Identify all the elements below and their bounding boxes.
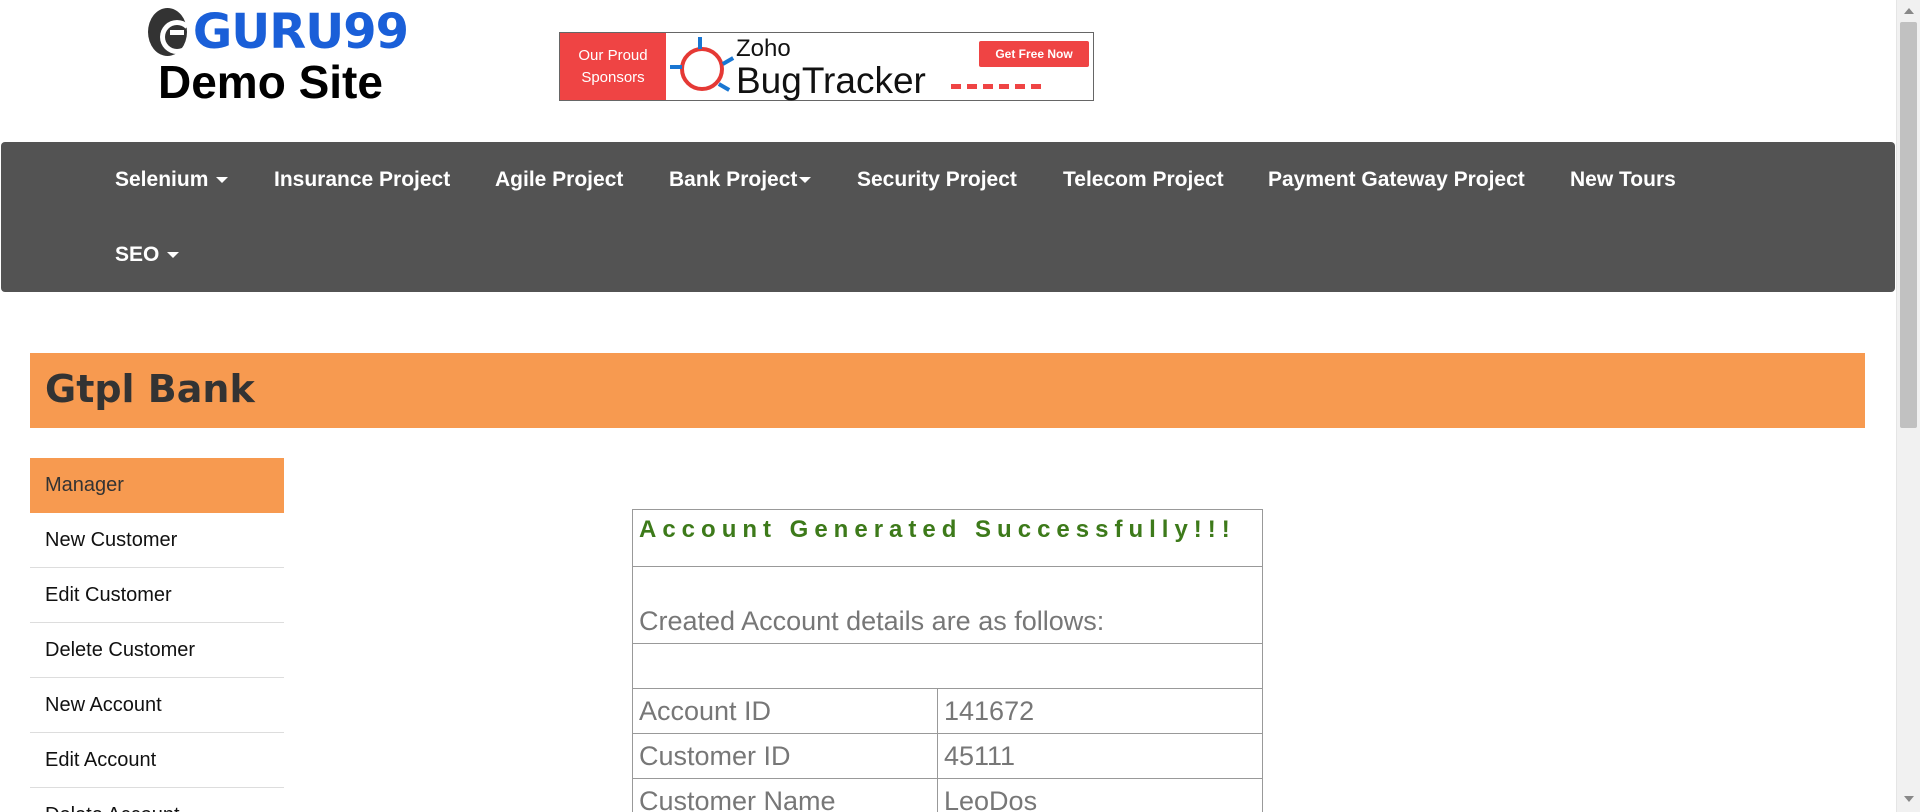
sidebar-item-new-customer[interactable]: New Customer <box>30 513 284 568</box>
nav-agile-project[interactable]: Agile Project <box>495 168 623 192</box>
nav-label: Telecom Project <box>1063 168 1224 191</box>
table-row: Customer ID 45111 <box>632 733 1263 779</box>
customer-name-label: Customer Name <box>632 778 938 812</box>
nav-new-tours[interactable]: New Tours <box>1570 168 1676 192</box>
sidebar-item-edit-customer[interactable]: Edit Customer <box>30 568 284 623</box>
vertical-scrollbar[interactable] <box>1896 0 1920 812</box>
customer-name-value: LeoDos <box>937 778 1263 812</box>
nav-label: Bank Project <box>669 168 798 191</box>
nav-selenium[interactable]: Selenium <box>115 168 229 192</box>
scroll-up-arrow-icon[interactable] <box>1904 8 1914 14</box>
nav-insurance-project[interactable]: Insurance Project <box>274 168 450 192</box>
ad-company: Zoho <box>736 34 791 62</box>
details-subheading: Created Account details are as follows: <box>632 566 1263 644</box>
logo-brand-text: GURU99 <box>192 4 409 60</box>
caret-down-icon <box>799 177 812 184</box>
nav-label: Insurance Project <box>274 168 451 191</box>
sidebar-item-new-account[interactable]: New Account <box>30 678 284 733</box>
sidebar-item-delete-customer[interactable]: Delete Customer <box>30 623 284 678</box>
customer-id-value: 45111 <box>937 733 1263 779</box>
sponsor-label: Our Proud Sponsors <box>560 33 666 100</box>
sponsor-line-2: Sponsors <box>581 68 645 86</box>
nav-label: New Tours <box>1570 168 1676 191</box>
nav-label: Selenium <box>115 168 209 191</box>
scroll-thumb[interactable] <box>1900 22 1917 428</box>
account-id-value: 141672 <box>937 688 1263 734</box>
sidebar-item-edit-account[interactable]: Edit Account <box>30 733 284 788</box>
nav-bank-project[interactable]: Bank Project <box>669 168 812 192</box>
nav-seo[interactable]: SEO <box>115 243 180 267</box>
sidebar-menu: Manager New Customer Edit Customer Delet… <box>30 458 284 812</box>
account-id-label: Account ID <box>632 688 938 734</box>
nav-label: Payment Gateway Project <box>1268 168 1525 191</box>
caret-down-icon <box>216 177 229 184</box>
arrow-icon <box>951 83 1041 89</box>
sponsor-line-1: Our Proud <box>578 46 648 64</box>
nav-label: SEO <box>115 243 160 266</box>
bug-icon <box>666 33 736 100</box>
main-navbar: Selenium Insurance Project Agile Project… <box>1 142 1895 292</box>
logo-subtitle: Demo Site <box>158 56 383 108</box>
nav-label: Security Project <box>857 168 1017 191</box>
bank-header: Gtpl Bank <box>30 353 1865 428</box>
site-logo[interactable]: GURU99 Demo Site <box>148 4 409 108</box>
page: GURU99 Demo Site Our Proud Sponsors Zoho… <box>0 0 1896 812</box>
customer-id-label: Customer ID <box>632 733 938 779</box>
table-row: Customer Name LeoDos <box>632 778 1263 812</box>
success-heading: Account Generated Successfully!!! <box>632 509 1263 567</box>
nav-payment-gateway-project[interactable]: Payment Gateway Project <box>1268 168 1525 192</box>
ad-product: BugTracker <box>736 59 926 101</box>
sidebar-item-manager[interactable]: Manager <box>30 458 284 513</box>
nav-telecom-project[interactable]: Telecom Project <box>1063 168 1224 192</box>
nav-security-project[interactable]: Security Project <box>857 168 1017 192</box>
bank-title: Gtpl Bank <box>45 367 255 411</box>
get-free-now-button[interactable]: Get Free Now <box>979 41 1089 67</box>
blank-row <box>632 643 1263 689</box>
sponsor-banner[interactable]: Our Proud Sponsors Zoho BugTracker Get F… <box>559 32 1094 101</box>
guru99-logo-icon <box>148 8 194 56</box>
table-row: Account ID 141672 <box>632 688 1263 734</box>
caret-down-icon <box>167 252 180 259</box>
nav-label: Agile Project <box>495 168 624 191</box>
scroll-down-arrow-icon[interactable] <box>1904 796 1914 802</box>
account-details-table: Account Generated Successfully!!! Create… <box>632 509 1263 812</box>
sidebar-item-delete-account[interactable]: Delete Account <box>30 788 284 812</box>
